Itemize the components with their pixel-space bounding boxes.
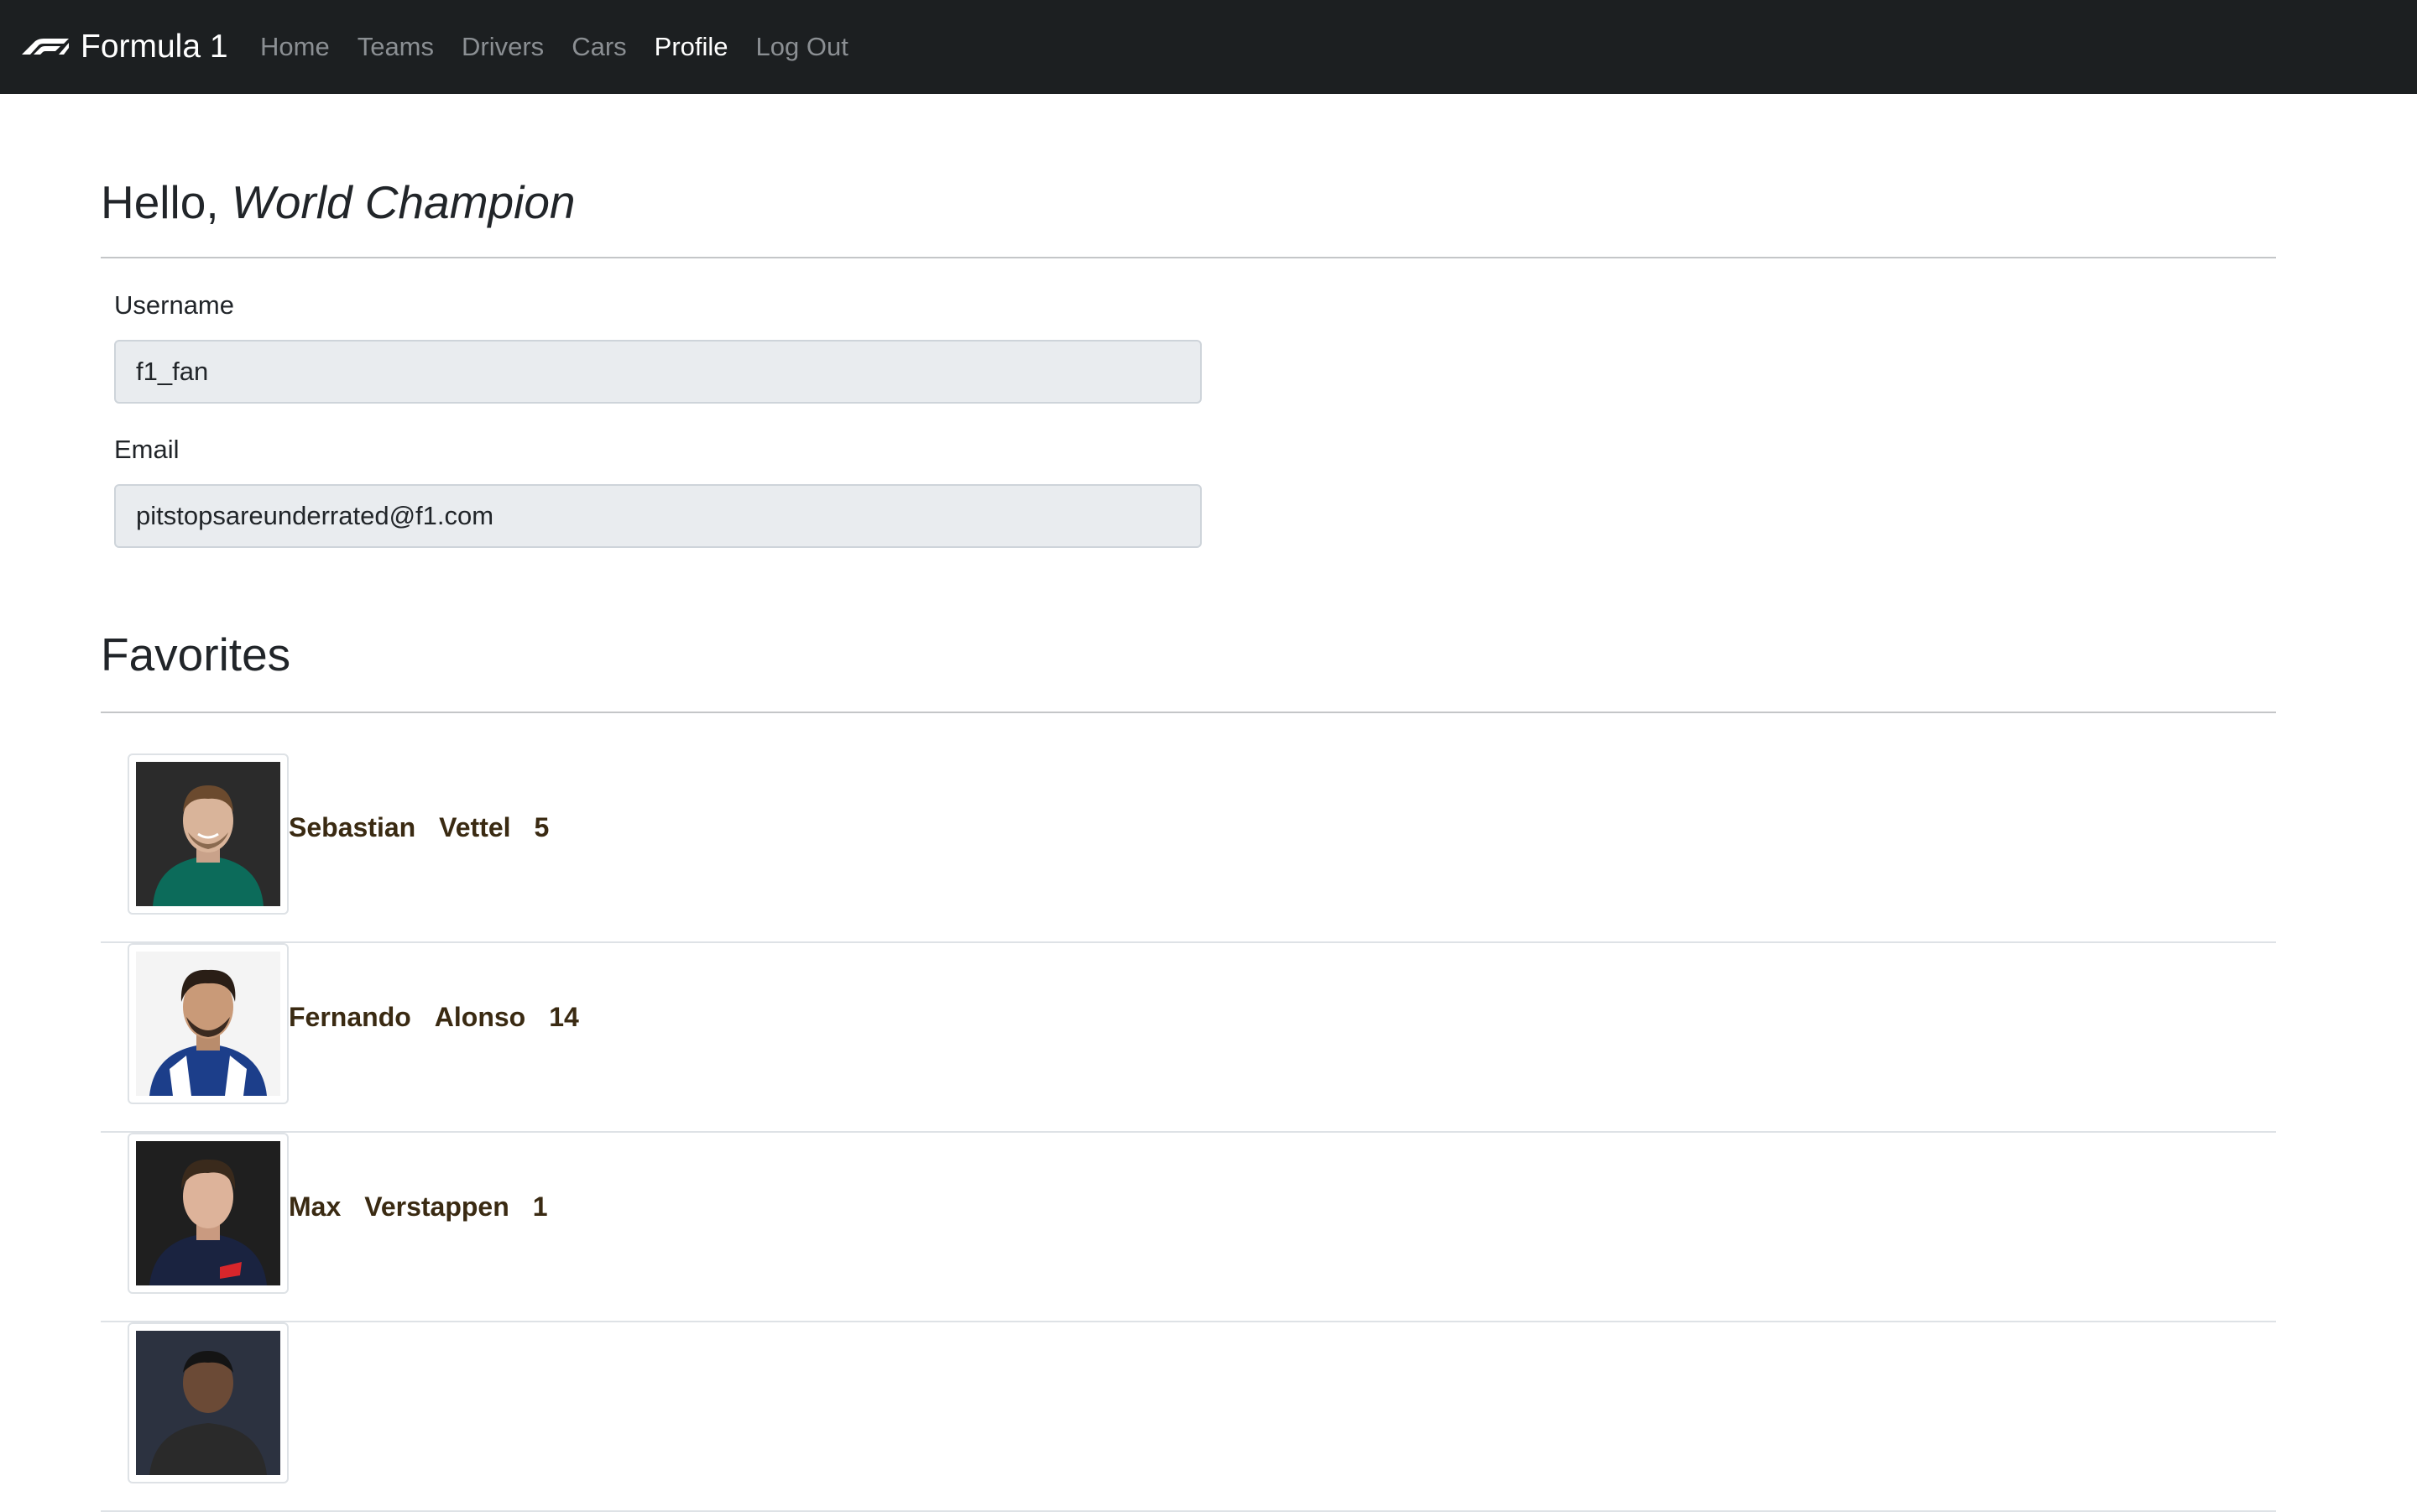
driver-number: 5 — [534, 812, 550, 842]
driver-last-name: Verstappen — [364, 1191, 509, 1222]
driver-portrait-icon — [136, 1331, 280, 1475]
favorites-title: Favorites — [101, 628, 291, 680]
nav-cars[interactable]: Cars — [572, 32, 626, 62]
nav-teams[interactable]: Teams — [358, 32, 434, 62]
driver-portrait-icon — [136, 952, 280, 1096]
driver-last-name: Vettel — [439, 812, 511, 842]
username-field[interactable] — [114, 340, 1202, 404]
page-title: Hello, World Champion — [101, 175, 576, 230]
email-field[interactable] — [114, 484, 1202, 548]
driver-info: Fernando Alonso 14 — [289, 1002, 603, 1033]
favorite-driver-row[interactable]: Sebastian Vettel 5 — [101, 753, 2276, 943]
nav-links: Home Teams Drivers Cars Profile Log Out — [260, 0, 876, 94]
driver-photo[interactable] — [128, 943, 289, 1104]
email-label: Email — [114, 435, 180, 464]
nav-drivers[interactable]: Drivers — [462, 32, 544, 62]
driver-info: Max Verstappen 1 — [289, 1191, 572, 1223]
nav-profile[interactable]: Profile — [655, 32, 728, 62]
divider — [101, 257, 2276, 258]
driver-first-name: Max — [289, 1191, 342, 1222]
f1-logo-icon — [22, 39, 69, 55]
favorite-driver-row[interactable]: Max Verstappen 1 — [101, 1133, 2276, 1322]
driver-photo[interactable] — [128, 1133, 289, 1294]
favorite-driver-row[interactable] — [101, 1322, 2276, 1512]
greeting-prefix: Hello, — [101, 176, 219, 228]
divider — [101, 712, 2276, 713]
driver-photo[interactable] — [128, 1322, 289, 1483]
top-navbar: Formula 1 Home Teams Drivers Cars Profil… — [0, 0, 2417, 94]
brand-link[interactable]: Formula 1 — [20, 0, 228, 94]
driver-portrait-icon — [136, 762, 280, 906]
favorite-driver-row[interactable]: Fernando Alonso 14 — [101, 943, 2276, 1133]
driver-last-name: Alonso — [434, 1002, 526, 1032]
driver-first-name: Fernando — [289, 1002, 411, 1032]
greeting-name: World Champion — [231, 176, 576, 228]
driver-portrait-icon — [136, 1141, 280, 1285]
driver-info: Sebastian Vettel 5 — [289, 812, 572, 843]
nav-log-out[interactable]: Log Out — [756, 32, 848, 62]
username-label: Username — [114, 290, 234, 320]
driver-number: 1 — [532, 1191, 548, 1222]
driver-first-name: Sebastian — [289, 812, 416, 842]
driver-number: 14 — [549, 1002, 579, 1032]
driver-photo[interactable] — [128, 753, 289, 915]
brand-title: Formula 1 — [81, 29, 228, 65]
nav-home[interactable]: Home — [260, 32, 330, 62]
driver-info — [289, 1381, 359, 1412]
